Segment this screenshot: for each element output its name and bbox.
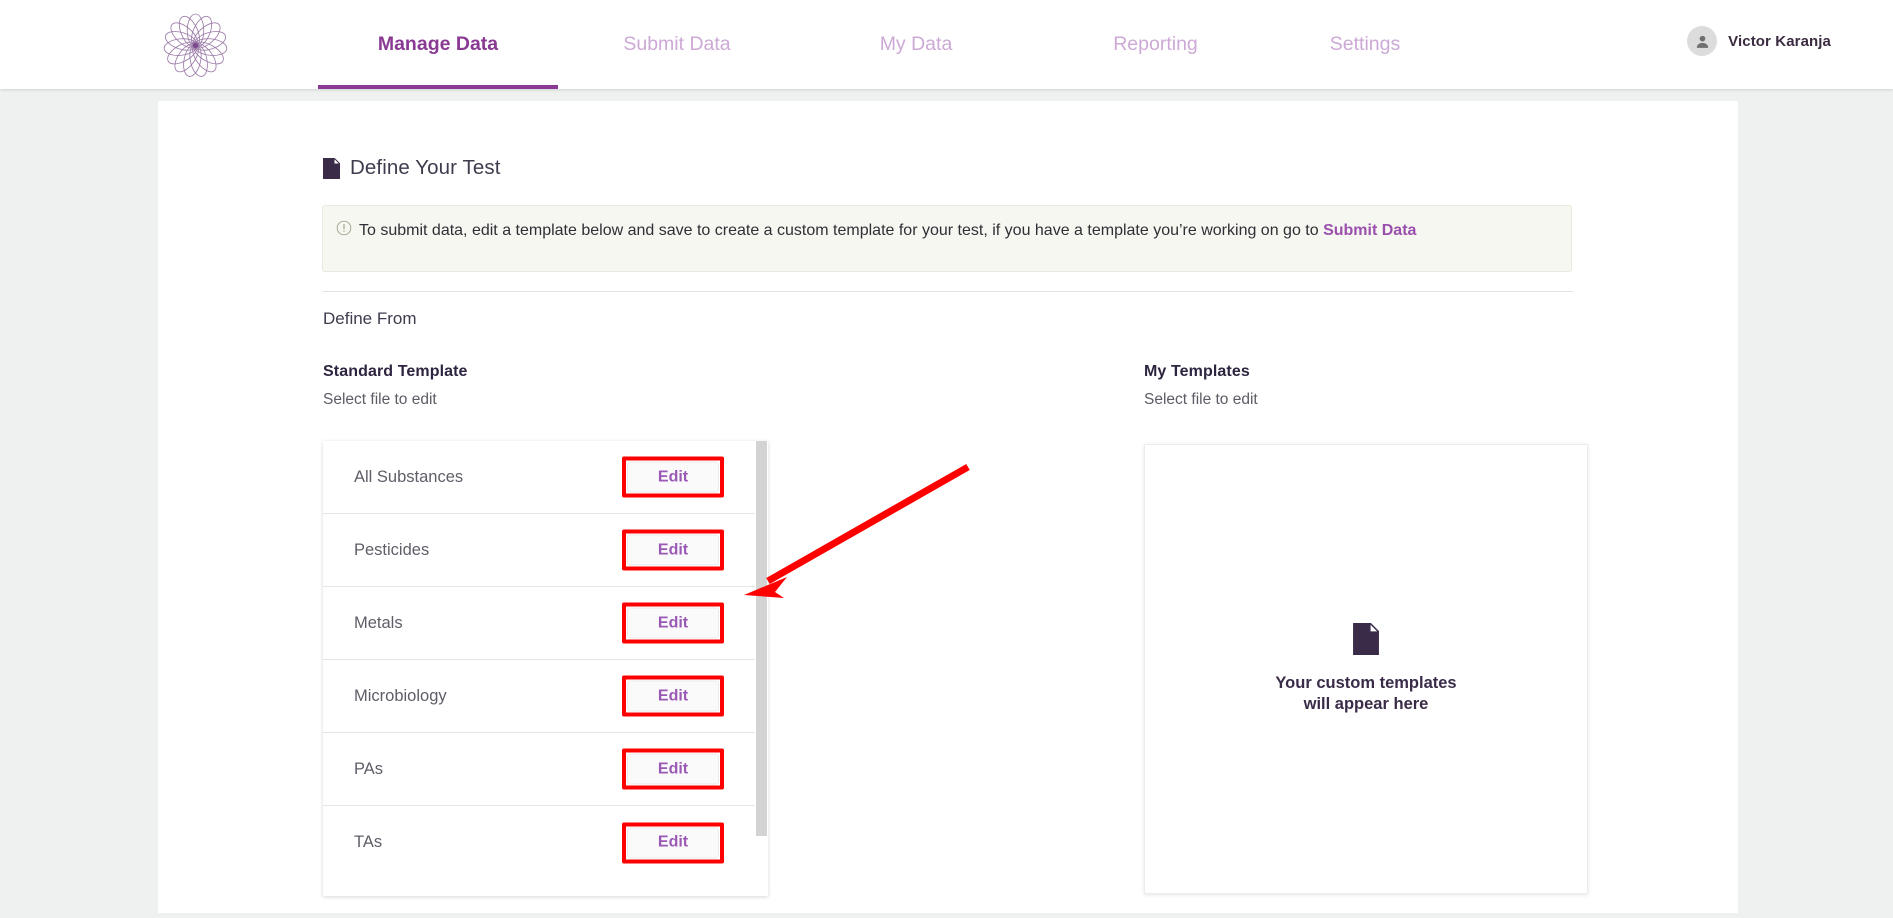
nav-tab-settings-label: Settings [1329, 33, 1401, 55]
standard-template-list-rows: All Substances Edit Pesticides Edit Metals Ed… [323, 441, 755, 896]
template-row-label: Pesticides [354, 540, 430, 559]
nav-tab-manage-data[interactable]: Manage Data [318, 0, 558, 89]
exclamation-circle-icon [336, 220, 352, 236]
nav-tab-my-data-label: My Data [879, 33, 953, 55]
template-row[interactable]: Metals Edit [323, 587, 755, 660]
template-row-label: PAs [354, 759, 384, 778]
standard-template-subheading: Select file to edit [323, 391, 437, 408]
list-scrollbar[interactable] [755, 441, 768, 896]
template-row-label: TAs [354, 833, 383, 851]
edit-button[interactable]: Edit [627, 753, 719, 785]
nav-tab-manage-data-label: Manage Data [377, 33, 499, 55]
main-nav: Manage Data Submit Data My Data Reportin… [318, 0, 1455, 89]
info-banner-text: To submit data, edit a template below an… [359, 217, 1416, 244]
nav-tab-settings[interactable]: Settings [1275, 0, 1455, 89]
standard-template-heading: Standard Template [323, 363, 468, 380]
submit-data-link[interactable]: Submit Data [1323, 222, 1416, 239]
edit-button[interactable]: Edit [627, 607, 719, 639]
info-banner: To submit data, edit a template below an… [322, 205, 1572, 272]
nav-tab-reporting-label: Reporting [1113, 33, 1198, 55]
section-divider [322, 291, 1573, 292]
edit-button[interactable]: Edit [627, 827, 719, 858]
edit-button[interactable]: Edit [627, 461, 719, 493]
user-name: Victor Karanja [1728, 32, 1831, 50]
template-row-label: Metals [354, 613, 403, 632]
edit-button[interactable]: Edit [627, 534, 719, 566]
list-scrollbar-thumb[interactable] [756, 441, 767, 836]
flower-mandala-logo[interactable] [158, 8, 233, 83]
nav-tab-my-data[interactable]: My Data [796, 0, 1036, 89]
person-icon [1696, 35, 1708, 48]
template-row[interactable]: PAs Edit [323, 733, 755, 806]
my-templates-empty-text: Your custom templates will appear here [1275, 673, 1456, 715]
main-content-card: Define Your Test To submit data, edit a … [158, 101, 1738, 913]
edit-button[interactable]: Edit [627, 680, 719, 712]
template-row[interactable]: Pesticides Edit [323, 514, 755, 587]
my-templates-empty-panel: Your custom templates will appear here [1144, 444, 1588, 894]
my-templates-heading: My Templates [1144, 363, 1250, 380]
standard-template-list: All Substances Edit Pesticides Edit Metals Ed… [323, 441, 768, 896]
avatar [1687, 26, 1718, 56]
flower-mandala-logo-svg [163, 13, 228, 77]
top-navigation-bar: Manage Data Submit Data My Data Reportin… [0, 0, 1893, 89]
document-icon [323, 157, 340, 179]
my-templates-empty-line1: Your custom templates [1275, 674, 1457, 692]
user-menu[interactable]: Victor Karanja [1687, 26, 1831, 56]
template-row[interactable]: Microbiology Edit [323, 660, 755, 733]
page-title: Define Your Test [323, 156, 501, 180]
nav-tab-submit-data[interactable]: Submit Data [558, 0, 796, 89]
template-row[interactable]: TAs Edit [323, 806, 755, 879]
my-templates-empty-line2: will appear here [1303, 695, 1429, 713]
my-templates-subheading: Select file to edit [1144, 391, 1258, 408]
standard-template-header: Standard Template Select file to edit [323, 363, 468, 409]
template-row-label: All Substances [354, 467, 464, 486]
nav-tab-submit-data-label: Submit Data [623, 33, 731, 55]
my-templates-header: My Templates Select file to edit [1144, 363, 1258, 409]
template-row-label: Microbiology [354, 686, 447, 705]
document-icon [1353, 623, 1379, 655]
nav-tab-reporting[interactable]: Reporting [1036, 0, 1275, 89]
page-title-label: Define Your Test [350, 156, 501, 179]
template-row[interactable]: All Substances Edit [323, 441, 755, 514]
info-banner-message: To submit data, edit a template below an… [359, 222, 1324, 239]
define-from-label: Define From [323, 309, 417, 328]
